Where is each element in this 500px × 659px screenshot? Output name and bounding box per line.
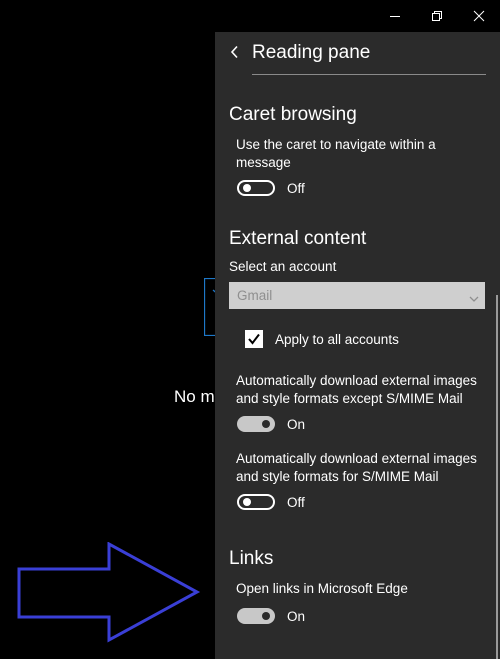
toggle-state-label: On	[287, 416, 306, 432]
panel-header: Reading pane	[215, 32, 500, 76]
toggle-switch[interactable]	[237, 608, 275, 624]
caret-browsing-heading: Caret browsing	[229, 104, 357, 125]
toggle-switch[interactable]	[237, 494, 275, 510]
header-divider	[252, 74, 486, 75]
close-icon	[473, 10, 485, 22]
toggle-switch[interactable]	[237, 416, 275, 432]
reading-pane-settings-panel: Reading pane Caret browsing Use the care…	[215, 32, 500, 659]
minimize-icon	[390, 16, 400, 17]
toggle-state-label: Off	[287, 494, 305, 510]
apply-all-accounts-checkbox-row[interactable]: Apply to all accounts	[245, 329, 399, 349]
select-account-label: Select an account	[229, 259, 337, 274]
restore-button[interactable]	[416, 0, 458, 32]
auto-download-smime-label: Automatically download external images a…	[236, 451, 477, 484]
window-controls	[374, 0, 500, 32]
panel-title: Reading pane	[252, 42, 371, 63]
auto-download-except-smime-toggle[interactable]: On	[237, 414, 305, 434]
close-button[interactable]	[458, 0, 500, 32]
panel-scrollbar[interactable]	[496, 295, 498, 659]
chevron-left-icon	[230, 45, 238, 59]
back-button[interactable]	[225, 42, 245, 62]
account-select[interactable]: Gmail	[229, 282, 485, 309]
toggle-state-label: Off	[287, 180, 305, 196]
links-heading: Links	[229, 548, 274, 569]
open-in-edge-label: Open links in Microsoft Edge	[236, 581, 408, 596]
apply-all-accounts-label: Apply to all accounts	[275, 331, 399, 347]
open-in-edge-toggle[interactable]: On	[237, 606, 305, 626]
toggle-switch[interactable]	[237, 180, 275, 196]
checkmark-icon	[248, 333, 260, 345]
annotation-arrow-icon	[17, 542, 201, 643]
restore-icon	[432, 11, 442, 21]
chevron-down-icon	[469, 290, 479, 308]
caret-browsing-description: Use the caret to navigate within a messa…	[236, 137, 436, 170]
account-select-value: Gmail	[237, 288, 273, 303]
auto-download-smime-toggle[interactable]: Off	[237, 492, 305, 512]
auto-download-except-smime-label: Automatically download external images a…	[236, 373, 477, 406]
external-content-heading: External content	[229, 228, 367, 249]
toggle-state-label: On	[287, 608, 306, 624]
apply-all-accounts-checkbox[interactable]	[245, 330, 263, 348]
caret-browsing-toggle[interactable]: Off	[237, 178, 305, 198]
minimize-button[interactable]	[374, 0, 416, 32]
